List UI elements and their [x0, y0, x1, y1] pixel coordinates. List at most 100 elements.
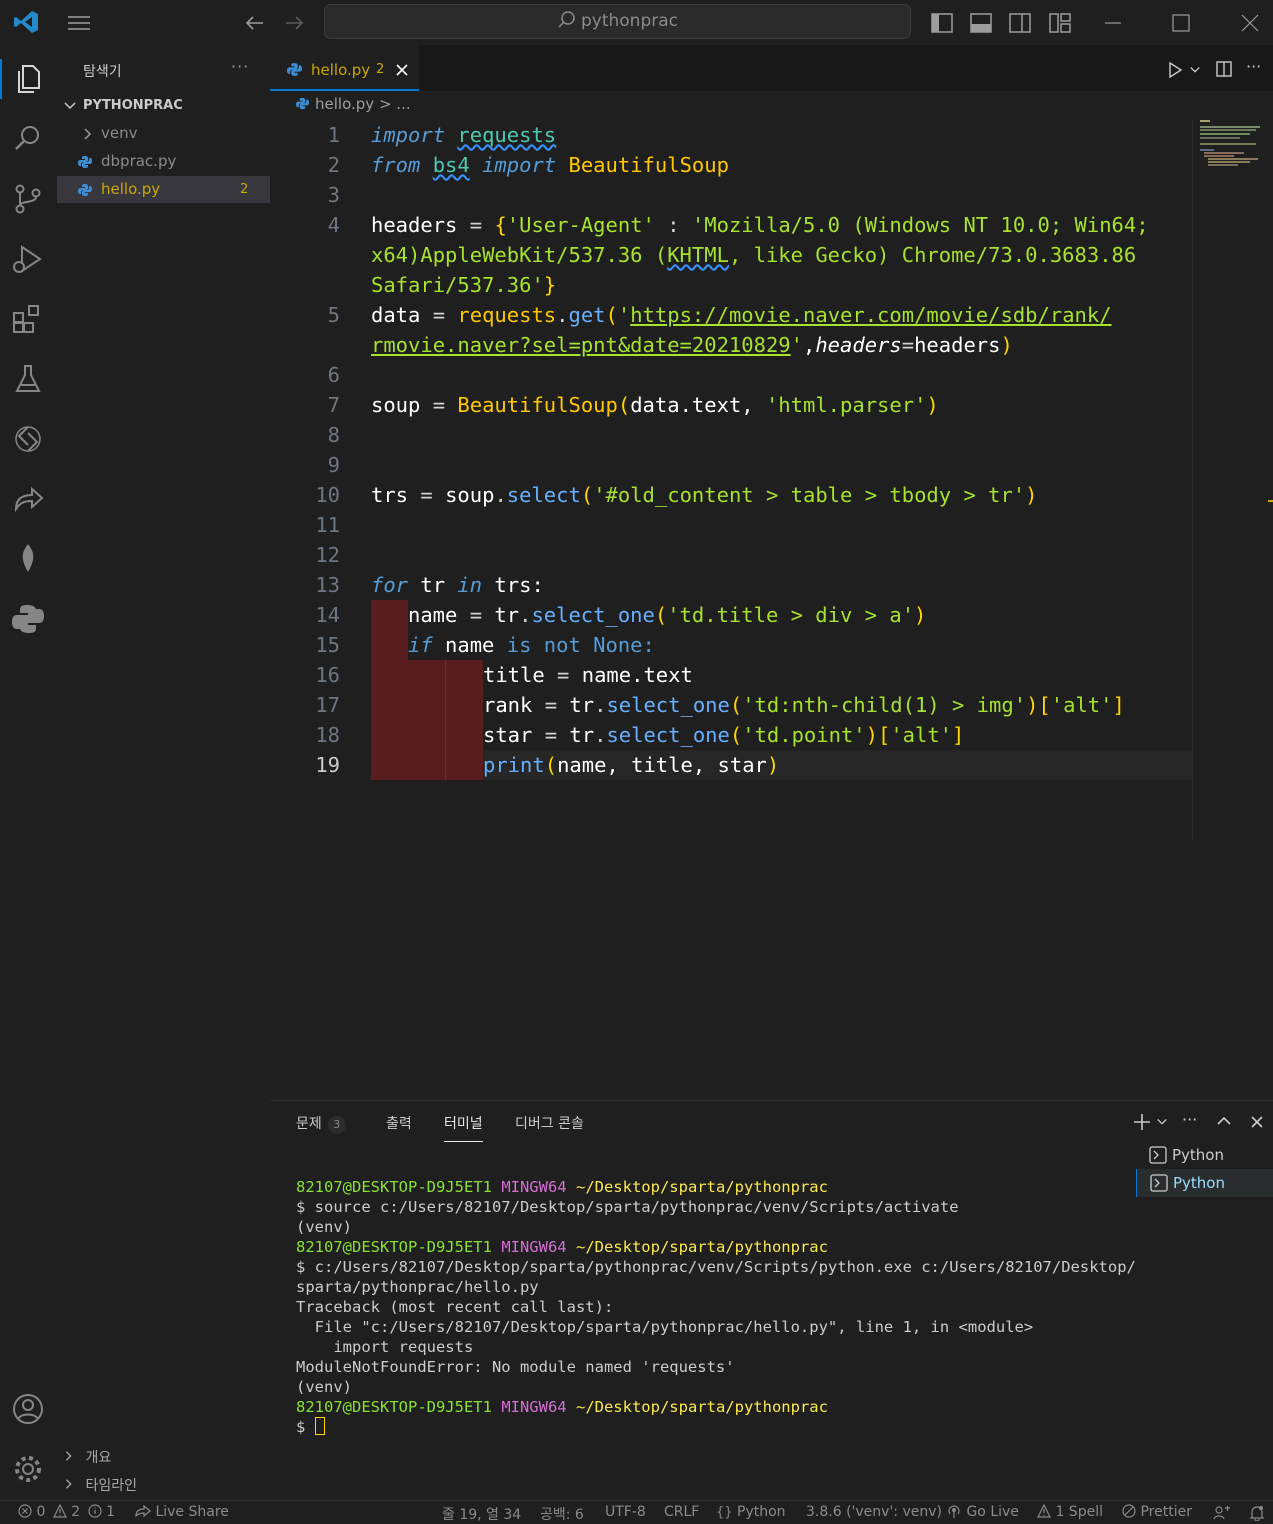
- tree-item-dbprac[interactable]: dbprac.py: [57, 148, 270, 175]
- line-number: 2: [327, 153, 340, 177]
- line-number: 9: [327, 453, 340, 477]
- tab-hello-py[interactable]: hello.py 2: [270, 45, 419, 91]
- explorer-icon[interactable]: [10, 61, 46, 97]
- accounts-icon[interactable]: [10, 1391, 46, 1427]
- python-icon[interactable]: [10, 601, 46, 637]
- tree-item-label: hello.py: [101, 180, 161, 198]
- outline-section[interactable]: 개요: [63, 1447, 111, 1467]
- maximize-icon[interactable]: [1168, 10, 1194, 36]
- customize-layout-icon[interactable]: [1047, 10, 1073, 36]
- token-keyword: import: [371, 123, 446, 147]
- tree-item-label: dbprac.py: [101, 152, 177, 170]
- vscode-logo-icon[interactable]: [12, 8, 40, 36]
- token-string: 'td.point': [742, 723, 866, 747]
- feedback-icon[interactable]: [1213, 1505, 1231, 1521]
- timeline-section[interactable]: 타임라인: [63, 1475, 137, 1495]
- token-string: KHTML: [667, 243, 729, 267]
- error-icon: [18, 1504, 32, 1518]
- forward-arrow-icon[interactable]: [281, 10, 307, 36]
- sidebar-title: 탐색기: [83, 64, 122, 80]
- prompt-symbol: $: [296, 1418, 315, 1436]
- chevron-right-icon: [84, 128, 92, 140]
- terminal-output[interactable]: 82107@DESKTOP-D9J5ET1 MINGW64 ~/Desktop/…: [296, 1177, 1136, 1437]
- go-live-status[interactable]: Go Live: [946, 1504, 1019, 1520]
- tab-terminal[interactable]: 터미널: [444, 1113, 483, 1142]
- toggle-primary-sidebar-icon[interactable]: [929, 10, 955, 36]
- problems-status[interactable]: 0 2 1: [18, 1503, 116, 1520]
- settings-gear-icon[interactable]: [10, 1451, 46, 1487]
- command-center-search[interactable]: pythonprac: [324, 4, 911, 39]
- token-function: select_one: [531, 603, 655, 627]
- breadcrumb-symbol[interactable]: ...: [396, 95, 410, 113]
- code-line: title = name.text: [483, 660, 693, 690]
- breadcrumb-file[interactable]: hello.py: [315, 95, 374, 113]
- tree-item-hello[interactable]: hello.py 2: [57, 176, 270, 203]
- indent-error-highlight: [408, 660, 446, 780]
- python-interpreter[interactable]: 3.8.6 ('venv': venv): [806, 1504, 942, 1520]
- prettier-status[interactable]: Prettier: [1122, 1504, 1192, 1520]
- extensions-icon[interactable]: [10, 301, 46, 337]
- split-editor-icon[interactable]: [1215, 60, 1233, 78]
- token-operator: =: [408, 483, 446, 507]
- terminal-instance[interactable]: Python: [1136, 1141, 1273, 1169]
- run-file-icon[interactable]: [1166, 61, 1184, 79]
- chevron-down-icon[interactable]: [1156, 1116, 1168, 1128]
- tab-output[interactable]: 출력: [386, 1113, 412, 1133]
- live-share-status[interactable]: Live Share: [135, 1504, 229, 1520]
- spell-check-status[interactable]: 1 Spell: [1037, 1503, 1103, 1520]
- prompt-user: 82107@DESKTOP-D9J5ET1: [296, 1178, 492, 1196]
- mongodb-leaf-icon[interactable]: [10, 541, 46, 577]
- chevron-up-icon[interactable]: [1216, 1113, 1232, 1129]
- close-panel-icon[interactable]: [1250, 1115, 1264, 1129]
- token-variable: tr: [494, 603, 520, 627]
- python-file-icon: [78, 156, 92, 168]
- workspace-section-header[interactable]: PYTHONPRAC: [57, 92, 270, 119]
- close-tab-icon[interactable]: [395, 63, 409, 77]
- editor-more-actions-icon[interactable]: ···: [1246, 57, 1261, 76]
- token-bracket: {: [494, 213, 507, 237]
- source-control-icon[interactable]: [10, 181, 46, 217]
- eol-status[interactable]: CRLF: [664, 1504, 699, 1520]
- token-variable: name.text: [581, 663, 693, 687]
- prompt-user: 82107@DESKTOP-D9J5ET1: [296, 1238, 492, 1256]
- sidebar-more-actions[interactable]: ···: [231, 57, 249, 76]
- language-mode[interactable]: {} Python: [716, 1504, 786, 1520]
- token-string: 'html.parser': [765, 393, 927, 417]
- go-live-label: Go Live: [966, 1504, 1019, 1520]
- chevron-down-icon[interactable]: [1189, 64, 1201, 76]
- token-operator: =: [420, 393, 458, 417]
- indentation-status[interactable]: 공백: 6: [540, 1504, 584, 1524]
- menu-icon[interactable]: [66, 10, 92, 36]
- live-share-icon[interactable]: [10, 481, 46, 517]
- toggle-panel-icon[interactable]: [968, 10, 994, 36]
- tree-item-label: venv: [101, 124, 138, 142]
- token-operator: =: [532, 693, 570, 717]
- tab-problems[interactable]: 문제 3: [296, 1113, 346, 1134]
- run-debug-icon[interactable]: [10, 241, 46, 277]
- panel-more-icon[interactable]: ···: [1182, 1110, 1197, 1129]
- encoding-status[interactable]: UTF-8: [605, 1504, 646, 1520]
- toggle-secondary-sidebar-icon[interactable]: [1007, 10, 1033, 36]
- minimap[interactable]: [1198, 120, 1262, 180]
- code-editor[interactable]: 1 2 3 4 5 6 7 8 9 10 11 12 13 14 15 16 17 18 19 import req…: [270, 120, 1273, 840]
- token-url[interactable]: rmovie.naver?sel=pnt&date=20210829: [371, 333, 791, 357]
- info-count: 1: [106, 1504, 116, 1520]
- new-terminal-plus-icon[interactable]: [1132, 1112, 1152, 1132]
- token-url[interactable]: https://movie.naver.com/movie/sdb/rank/: [630, 303, 1111, 327]
- line-number: 15: [315, 633, 340, 657]
- testing-flask-icon[interactable]: [10, 361, 46, 397]
- cursor-position[interactable]: 줄 19, 열 34: [442, 1504, 521, 1524]
- search-icon[interactable]: [10, 121, 46, 157]
- tab-debug-console[interactable]: 디버그 콘솔: [515, 1113, 584, 1133]
- token-bracket: ]: [952, 723, 965, 747]
- close-window-icon[interactable]: [1237, 10, 1263, 36]
- back-arrow-icon[interactable]: [242, 10, 268, 36]
- chevron-right-icon: [65, 1451, 72, 1461]
- notifications-bell-icon[interactable]: [1249, 1505, 1265, 1521]
- terminal-instance-active[interactable]: Python: [1136, 1169, 1273, 1197]
- tree-item-venv[interactable]: venv: [57, 120, 270, 147]
- overview-ruler-warning: [1268, 500, 1273, 502]
- remote-explorer-icon[interactable]: [10, 421, 46, 457]
- status-bar: 0 2 1 Live Share 줄 19, 열 34 공백: 6 UTF-8 …: [0, 1500, 1273, 1524]
- minimize-icon[interactable]: [1100, 10, 1126, 36]
